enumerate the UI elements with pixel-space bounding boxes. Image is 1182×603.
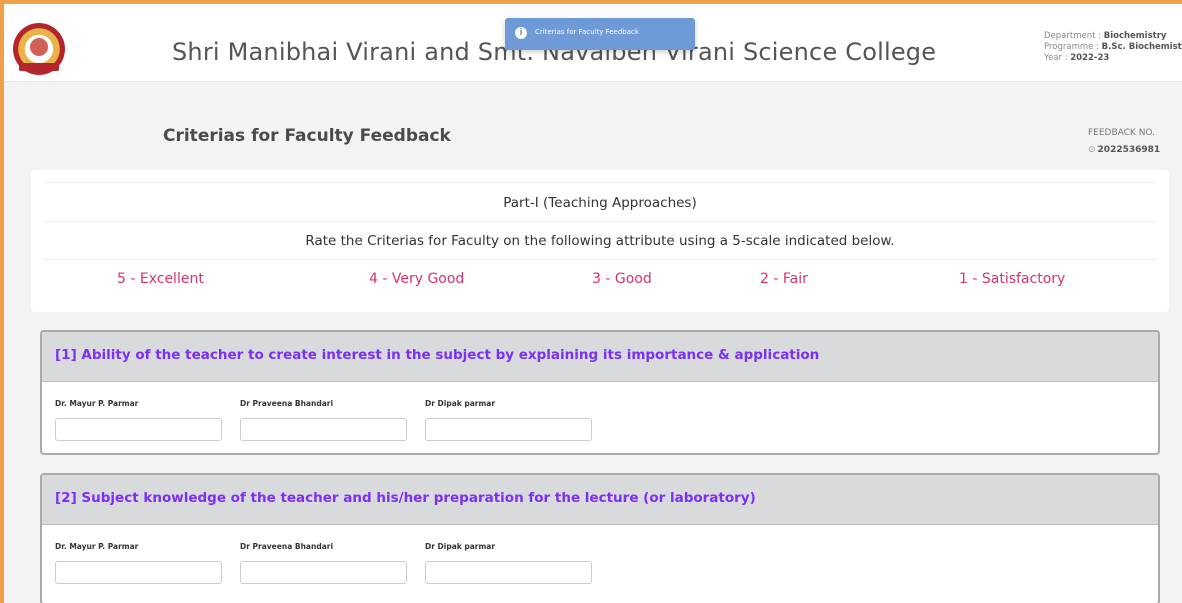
programme-line: Programme : B.Sc. Biochemistry bbox=[1044, 42, 1182, 53]
feedback-number: ⊙ 2022536981 bbox=[1088, 145, 1160, 155]
faculty-label: Dr. Mayur P. Parmar bbox=[55, 399, 139, 408]
question-title: [2] Subject knowledge of the teacher and… bbox=[55, 490, 756, 506]
question-card-1: [1] Ability of the teacher to create int… bbox=[40, 330, 1160, 455]
logo-ribbon bbox=[19, 63, 59, 71]
programme-value: B.Sc. Biochemistry bbox=[1101, 42, 1182, 52]
question-card-2: [2] Subject knowledge of the teacher and… bbox=[40, 473, 1160, 603]
year-line: Year : 2022-23 bbox=[1044, 53, 1182, 64]
department-value: Biochemistry bbox=[1103, 31, 1167, 41]
faculty-label: Dr Dipak parmar bbox=[425, 542, 496, 551]
year-label: Year : bbox=[1044, 53, 1068, 63]
part-title: Part-I (Teaching Approaches) bbox=[43, 182, 1157, 222]
rating-input[interactable] bbox=[240, 561, 407, 584]
scale-excellent: 5 - Excellent bbox=[117, 271, 204, 287]
faculty-label: Dr Dipak parmar bbox=[425, 399, 496, 408]
rating-instruction: Rate the Criterias for Faculty on the fo… bbox=[43, 222, 1157, 260]
rating-input[interactable] bbox=[240, 418, 407, 441]
clock-icon: ⊙ bbox=[1088, 145, 1096, 155]
faculty-label: Dr Praveena Bhandari bbox=[240, 542, 334, 551]
scale-very-good: 4 - Very Good bbox=[369, 271, 465, 287]
info-icon: i bbox=[515, 27, 527, 39]
programme-label: Programme : bbox=[1044, 42, 1099, 52]
rating-input[interactable] bbox=[425, 418, 592, 441]
question-header: [1] Ability of the teacher to create int… bbox=[42, 332, 1158, 382]
department-info: Department : Biochemistry Programme : B.… bbox=[1044, 31, 1182, 64]
logo-emblem bbox=[30, 38, 48, 56]
scale-fair: 2 - Fair bbox=[760, 271, 808, 287]
rating-input[interactable] bbox=[425, 561, 592, 584]
feedback-no-label: FEEDBACK NO. bbox=[1088, 128, 1156, 138]
department-line: Department : Biochemistry bbox=[1044, 31, 1182, 42]
college-seal-logo bbox=[13, 23, 65, 75]
question-title: [1] Ability of the teacher to create int… bbox=[55, 347, 820, 363]
feedback-number-value: 2022536981 bbox=[1097, 145, 1161, 155]
notification-toast[interactable]: i Criterias for Faculty Feedback bbox=[505, 18, 695, 50]
faculty-label: Dr Praveena Bhandari bbox=[240, 399, 334, 408]
rating-input[interactable] bbox=[55, 418, 222, 441]
page-title: Criterias for Faculty Feedback bbox=[163, 126, 451, 146]
question-header: [2] Subject knowledge of the teacher and… bbox=[42, 475, 1158, 525]
toast-text: Criterias for Faculty Feedback bbox=[535, 28, 639, 36]
scale-good: 3 - Good bbox=[592, 271, 652, 287]
faculty-label: Dr. Mayur P. Parmar bbox=[55, 542, 139, 551]
rating-input[interactable] bbox=[55, 561, 222, 584]
rating-scale-card: Part-I (Teaching Approaches) Rate the Cr… bbox=[31, 170, 1169, 312]
scale-satisfactory: 1 - Satisfactory bbox=[959, 271, 1066, 287]
year-value: 2022-23 bbox=[1070, 53, 1110, 63]
department-label: Department : bbox=[1044, 31, 1102, 41]
